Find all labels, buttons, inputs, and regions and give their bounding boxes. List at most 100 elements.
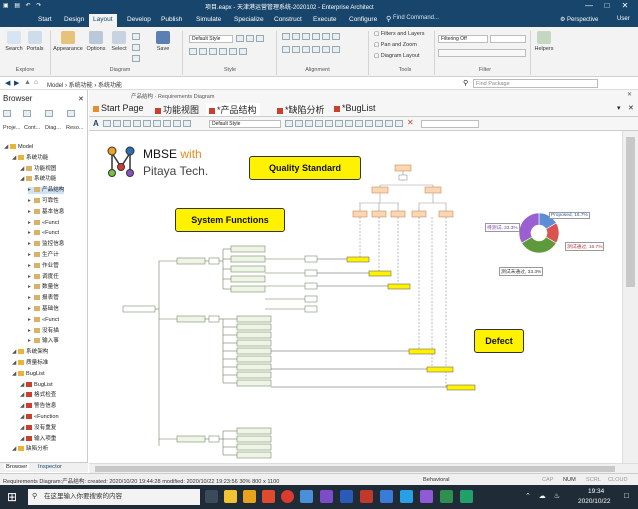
appearance-button[interactable]: Appearance [52,31,84,52]
align-middle-icon[interactable] [332,33,340,40]
tree-item[interactable]: ▸ 作业管 [28,263,59,270]
toolbar-icon[interactable] [173,120,181,127]
user-label[interactable]: User [617,16,630,22]
tree-item[interactable]: ▸ 输入事 [28,338,59,345]
toolbar-icon[interactable] [123,120,131,127]
tab-list-icon[interactable]: ▾ [617,104,621,112]
browser-tab-context[interactable]: Cont... [24,125,40,131]
diagram-small-icon[interactable] [132,44,140,51]
align-right-icon[interactable] [302,33,310,40]
doc-tab-buglist[interactable]: *BugList [334,103,376,113]
tree-item[interactable]: ▸ 产品结构 [28,187,65,195]
tree-item[interactable]: ◢ «Function [20,414,59,421]
scroll-thumb[interactable] [626,137,635,287]
resources-icon[interactable] [67,110,75,117]
tree-item[interactable]: ◢ 系统功能 [20,176,56,183]
tree-item[interactable]: ◢ 功能视图 [20,166,56,173]
bring-front-icon[interactable] [322,46,330,53]
doc-tab-product-structure[interactable]: *产品结构 [206,103,260,116]
toolbar-icon[interactable] [103,120,111,127]
toolbar-icon[interactable] [163,120,171,127]
find-package-input[interactable]: Find Package [473,79,598,88]
context-icon[interactable] [23,110,31,117]
tree-item[interactable]: ◢ 没有重复 [20,425,56,432]
app-icon[interactable] [380,490,393,503]
tab-publish[interactable]: Publish [157,15,186,24]
toolbar-icon[interactable] [355,120,363,127]
pdf-icon[interactable] [360,490,373,503]
taskbar-search-input[interactable]: ⚲ 在这里输入你要搜索的内容 [28,489,200,505]
close-icon[interactable]: ✕ [628,104,634,112]
tree-item[interactable]: ▸ 生产计 [28,252,59,259]
toolbar-icon[interactable] [143,120,151,127]
tree-item[interactable]: ▸ 基本信息 [28,209,64,216]
tree-item[interactable]: ▸ «Funct [28,220,59,227]
bottom-tab-browser[interactable]: Browser [4,464,30,470]
toolbar-icon[interactable] [295,120,303,127]
tab-execute[interactable]: Execute [309,15,341,24]
style-icon[interactable] [229,48,237,55]
perspective-button[interactable]: ⚙ Perspective [560,16,598,23]
toolbar-icon[interactable] [375,120,383,127]
tree-item[interactable]: ▸ 调度任 [28,274,59,281]
font-color-icon[interactable] [189,48,197,55]
toolbar-icon[interactable] [305,120,313,127]
tab-construct[interactable]: Construct [270,15,306,24]
select-button[interactable]: Select [108,31,130,52]
toolbar-icon[interactable] [335,120,343,127]
tree-item[interactable]: ◢ 警告信息 [20,403,56,410]
find-command-input[interactable]: Find Command... [393,15,453,25]
tree-item[interactable]: ▸ «Funct [28,317,59,324]
app-icon[interactable] [440,490,453,503]
space-evenly-icon[interactable] [312,46,320,53]
clock-time[interactable]: 19:34 [588,488,604,495]
visual-studio-icon[interactable] [420,490,433,503]
toolbar-icon[interactable] [183,120,191,127]
pan-zoom-button[interactable]: ▢ Pan and Zoom [374,42,438,48]
font-icon[interactable]: A [93,119,99,128]
tree-item[interactable]: ◢ 输入项重 [20,436,56,443]
breadcrumb[interactable]: Model › 系统功能 › 系统功能 [47,80,122,89]
system-tray-icons[interactable]: ⌃ ☁ ♨ [525,492,563,500]
align-center-icon[interactable] [292,33,300,40]
toolbar-icon[interactable] [133,120,141,127]
enterprise-architect-icon[interactable] [320,490,333,503]
tree-item[interactable]: ◢ BugList [20,382,53,389]
align-bottom-icon[interactable] [322,33,330,40]
line-color-icon[interactable] [209,48,217,55]
diagram-layout-button[interactable]: ▢ Diagram Layout [374,53,438,59]
save-button[interactable]: Save [152,31,174,52]
tree-item[interactable]: ▸ 可靠性 [28,198,59,205]
bottom-tab-inspector[interactable]: Inspector [38,464,62,470]
folder-icon[interactable] [243,490,256,503]
toolbar-icon[interactable] [345,120,353,127]
toolbar-icon[interactable] [153,120,161,127]
quick-access-toolbar[interactable]: ▣ ▤ ↶ ↷ [3,2,43,9]
style-icon[interactable] [256,35,264,42]
tree-item[interactable]: ◢ 系统功能 [12,155,48,162]
search-button[interactable]: Search [4,31,24,52]
new-package-icon[interactable] [3,110,11,117]
line-width-icon[interactable] [219,48,227,55]
maximize-icon[interactable]: □ [598,1,616,10]
style-icon[interactable] [236,35,244,42]
tab-specialize[interactable]: Specialize [230,15,268,24]
close-icon[interactable]: ✕ [627,91,632,98]
same-width-icon[interactable] [282,46,290,53]
tree-item[interactable]: ▸ 报表管 [28,295,59,302]
filter-value-dropdown[interactable] [490,35,526,43]
options-button[interactable]: Options [84,31,108,52]
diagram-canvas[interactable]: MBSE with Pitaya Tech. Quality Standard … [89,131,622,463]
app-icon[interactable] [300,490,313,503]
tree-item[interactable]: ◢ 系统架构 [12,349,48,356]
diagram-zoom-input[interactable] [421,120,479,128]
send-back-icon[interactable] [332,46,340,53]
style-icon[interactable] [239,48,247,55]
toolbar-icon[interactable] [385,120,393,127]
browser-tab-project[interactable]: Proje... [3,125,20,131]
close-icon[interactable]: ✕ [78,95,84,103]
toolbar-icon[interactable] [113,120,121,127]
tree-item[interactable]: ◢ 格式检查 [20,392,56,399]
clock-date[interactable]: 2020/10/22 [578,498,611,505]
toolbar-icon[interactable] [285,120,293,127]
